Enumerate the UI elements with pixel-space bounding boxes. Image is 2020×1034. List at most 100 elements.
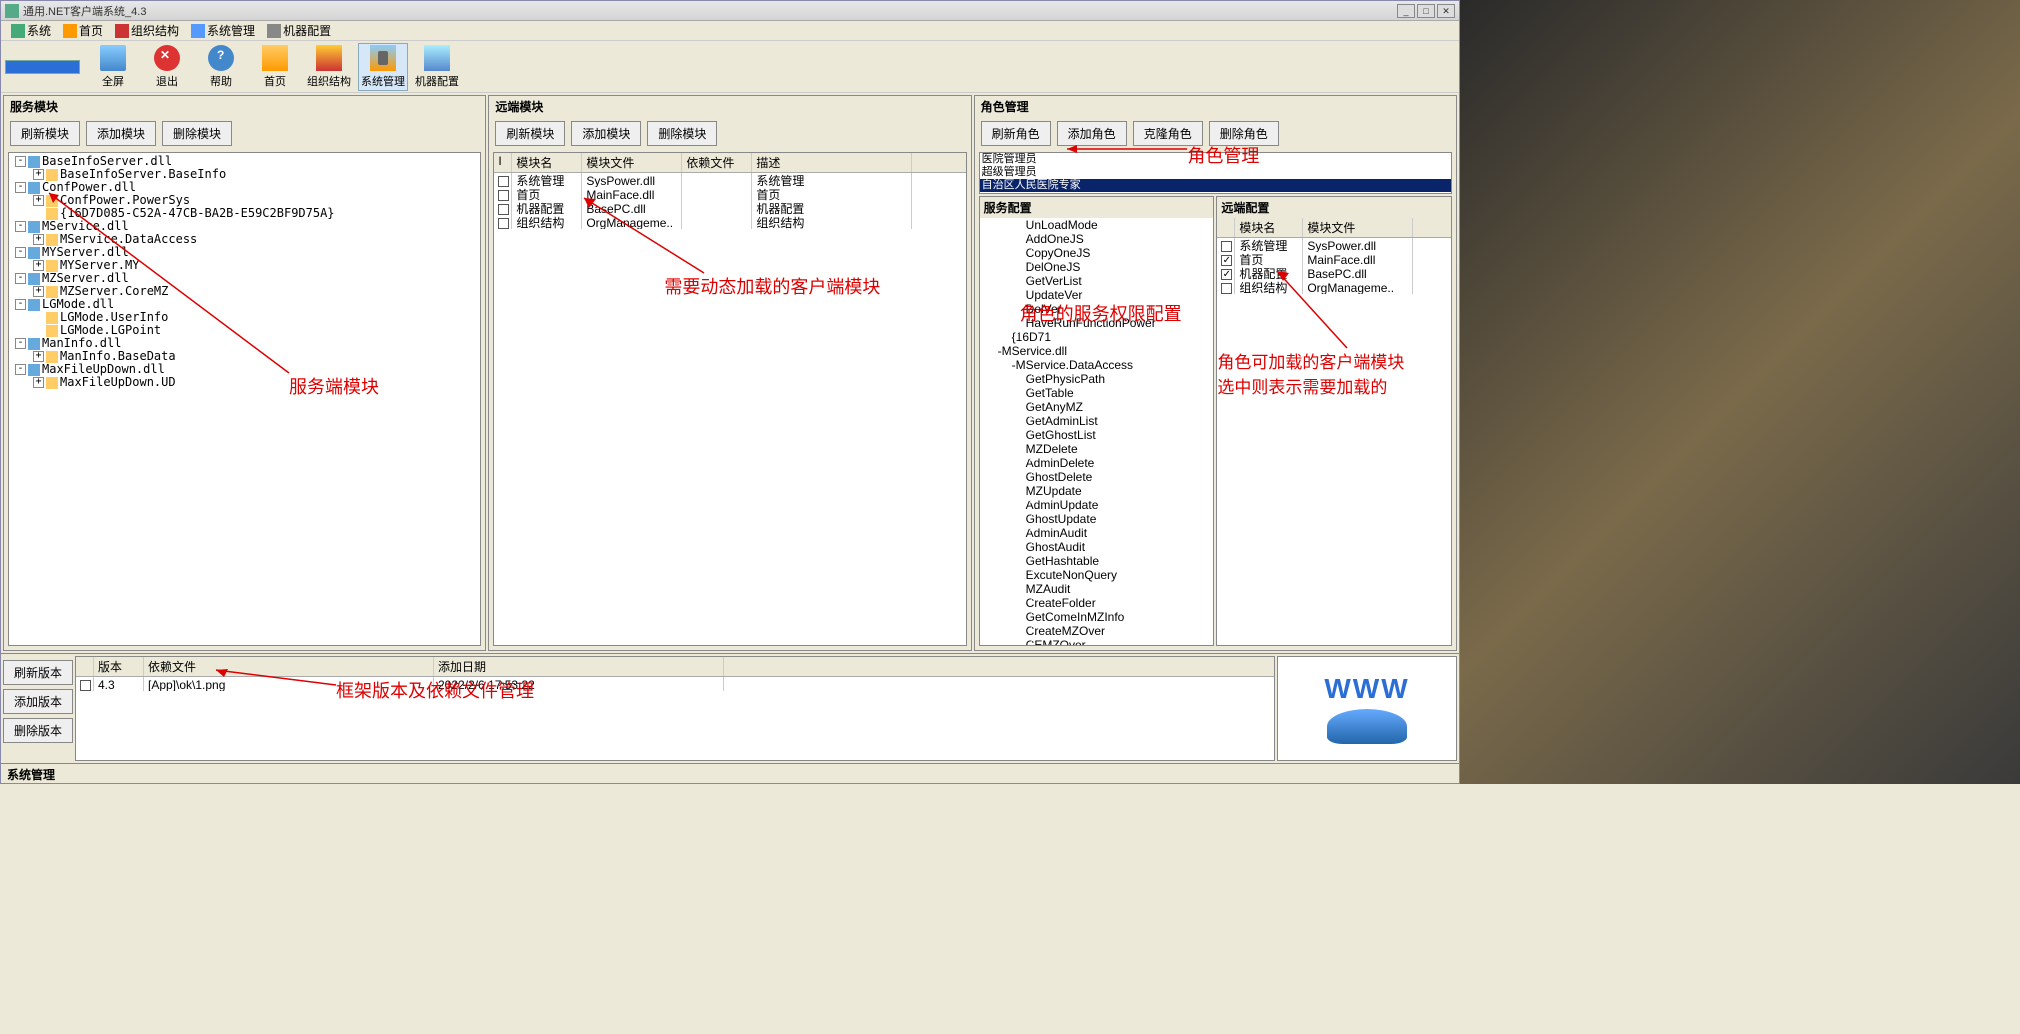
perm-node[interactable]: -MService.dll: [980, 344, 1214, 358]
toolbar-button[interactable]: 退出: [142, 43, 192, 91]
perm-node[interactable]: CreateFolder: [980, 596, 1214, 610]
perm-node[interactable]: {16D71: [980, 330, 1214, 344]
expander-icon[interactable]: +: [33, 234, 44, 245]
checkbox[interactable]: [80, 680, 91, 691]
expander-icon[interactable]: +: [33, 260, 44, 271]
expander-icon[interactable]: +: [33, 377, 44, 388]
checkbox[interactable]: [498, 218, 509, 229]
role-item[interactable]: 自治区人民医院专家: [980, 179, 1451, 192]
menu-item[interactable]: 系统管理: [185, 20, 261, 41]
perm-node[interactable]: AdminAudit: [980, 526, 1214, 540]
grid-row[interactable]: 组织结构OrgManageme..组织结构: [494, 215, 965, 229]
remote-modules-grid[interactable]: I模块名模块文件依赖文件描述 系统管理SysPower.dll系统管理首页Mai…: [493, 152, 966, 646]
panel-button[interactable]: 添加版本: [3, 689, 73, 714]
expander-icon[interactable]: -: [15, 299, 26, 310]
menu-item[interactable]: 机器配置: [261, 20, 337, 41]
version-grid[interactable]: 版本依赖文件添加日期 4.3[App]\ok\1.png2022/2/6 17:…: [75, 656, 1275, 761]
panel-button[interactable]: 删除模块: [162, 121, 232, 146]
perm-node[interactable]: ExcuteNonQuery: [980, 568, 1214, 582]
role-item[interactable]: 超级管理员: [980, 166, 1451, 179]
perm-node[interactable]: AdminUpdate: [980, 498, 1214, 512]
perm-node[interactable]: GetAnyMZ: [980, 400, 1214, 414]
expander-icon[interactable]: +: [33, 351, 44, 362]
expander-icon[interactable]: -: [15, 338, 26, 349]
toolbar-button[interactable]: 机器配置: [412, 43, 462, 91]
checkbox[interactable]: ✓: [1221, 255, 1232, 266]
remote-config-grid[interactable]: 模块名模块文件 系统管理SysPower.dll✓首页MainFace.dll✓…: [1217, 218, 1451, 645]
perm-node[interactable]: MZUpdate: [980, 484, 1214, 498]
perm-node[interactable]: DelVer: [980, 302, 1214, 316]
perm-node[interactable]: -MService.DataAccess: [980, 358, 1214, 372]
grid-row[interactable]: 系统管理SysPower.dll系统管理: [494, 173, 965, 187]
expander-icon[interactable]: +: [33, 169, 44, 180]
perm-node[interactable]: GetTable: [980, 386, 1214, 400]
menu-item[interactable]: 首页: [57, 20, 109, 41]
panel-button[interactable]: 克隆角色: [1133, 121, 1203, 146]
minimize-button[interactable]: _: [1397, 4, 1415, 18]
perm-node[interactable]: CreateMZOver: [980, 624, 1214, 638]
toolbar-button[interactable]: 组织结构: [304, 43, 354, 91]
perm-node[interactable]: GhostAudit: [980, 540, 1214, 554]
perm-node[interactable]: DelOneJS: [980, 260, 1214, 274]
menu-item[interactable]: 组织结构: [109, 20, 185, 41]
expander-icon[interactable]: -: [15, 156, 26, 167]
perm-node[interactable]: CEMZOver: [980, 638, 1214, 645]
expander-icon[interactable]: +: [33, 195, 44, 206]
grid-row[interactable]: 系统管理SysPower.dll: [1217, 238, 1451, 252]
checkbox[interactable]: [498, 204, 509, 215]
perm-node[interactable]: GetHashtable: [980, 554, 1214, 568]
perm-node[interactable]: GetAdminList: [980, 414, 1214, 428]
grid-row[interactable]: 首页MainFace.dll首页: [494, 187, 965, 201]
perm-node[interactable]: CopyOneJS: [980, 246, 1214, 260]
perm-node[interactable]: GetGhostList: [980, 428, 1214, 442]
panel-button[interactable]: 添加模块: [571, 121, 641, 146]
expander-icon[interactable]: -: [15, 221, 26, 232]
checkbox[interactable]: [498, 190, 509, 201]
checkbox[interactable]: [1221, 283, 1232, 294]
service-modules-tree[interactable]: -BaseInfoServer.dll+BaseInfoServer.BaseI…: [8, 152, 481, 646]
toolbar-button[interactable]: 系统管理: [358, 43, 408, 91]
role-list[interactable]: 医院管理员超级管理员自治区人民医院专家: [979, 152, 1452, 194]
toolbar-button[interactable]: 首页: [250, 43, 300, 91]
panel-button[interactable]: 删除角色: [1209, 121, 1279, 146]
service-config-tree[interactable]: UnLoadModeAddOneJSCopyOneJSDelOneJSGetVe…: [980, 218, 1214, 645]
toolbar-button[interactable]: 全屏: [88, 43, 138, 91]
perm-node[interactable]: MZAudit: [980, 582, 1214, 596]
close-button[interactable]: ✕: [1437, 4, 1455, 18]
perm-node[interactable]: GhostDelete: [980, 470, 1214, 484]
panel-button[interactable]: 添加模块: [86, 121, 156, 146]
tree-node[interactable]: +MaxFileUpDown.UD: [11, 376, 478, 389]
expander-icon[interactable]: -: [15, 364, 26, 375]
panel-button[interactable]: 删除版本: [3, 718, 73, 743]
role-item[interactable]: 医院管理员: [980, 153, 1451, 166]
perm-node[interactable]: MZDelete: [980, 442, 1214, 456]
perm-node[interactable]: HaveRunFunctionPower: [980, 316, 1214, 330]
perm-node[interactable]: AdminDelete: [980, 456, 1214, 470]
panel-button[interactable]: 删除模块: [647, 121, 717, 146]
grid-row[interactable]: ✓机器配置BasePC.dll: [1217, 266, 1451, 280]
toolbar-button[interactable]: 帮助: [196, 43, 246, 91]
checkbox[interactable]: ✓: [1221, 269, 1232, 280]
expander-icon[interactable]: -: [15, 247, 26, 258]
checkbox[interactable]: [1221, 241, 1232, 252]
expander-icon[interactable]: -: [15, 273, 26, 284]
expander-icon[interactable]: -: [15, 182, 26, 193]
checkbox[interactable]: [498, 176, 509, 187]
perm-node[interactable]: UnLoadMode: [980, 218, 1214, 232]
perm-node[interactable]: GetPhysicPath: [980, 372, 1214, 386]
grid-row[interactable]: 机器配置BasePC.dll机器配置: [494, 201, 965, 215]
panel-button[interactable]: 刷新角色: [981, 121, 1051, 146]
perm-node[interactable]: AddOneJS: [980, 232, 1214, 246]
grid-row[interactable]: 组织结构OrgManageme..: [1217, 280, 1451, 294]
perm-node[interactable]: GhostUpdate: [980, 512, 1214, 526]
expander-icon[interactable]: +: [33, 286, 44, 297]
grid-row[interactable]: ✓首页MainFace.dll: [1217, 252, 1451, 266]
perm-node[interactable]: GetComeInMZInfo: [980, 610, 1214, 624]
perm-node[interactable]: GetVerList: [980, 274, 1214, 288]
panel-button[interactable]: 刷新模块: [10, 121, 80, 146]
perm-node[interactable]: UpdateVer: [980, 288, 1214, 302]
maximize-button[interactable]: □: [1417, 4, 1435, 18]
grid-row[interactable]: 4.3[App]\ok\1.png2022/2/6 17:53:22: [76, 677, 1274, 691]
menu-item[interactable]: 系统: [5, 20, 57, 41]
panel-button[interactable]: 刷新模块: [495, 121, 565, 146]
